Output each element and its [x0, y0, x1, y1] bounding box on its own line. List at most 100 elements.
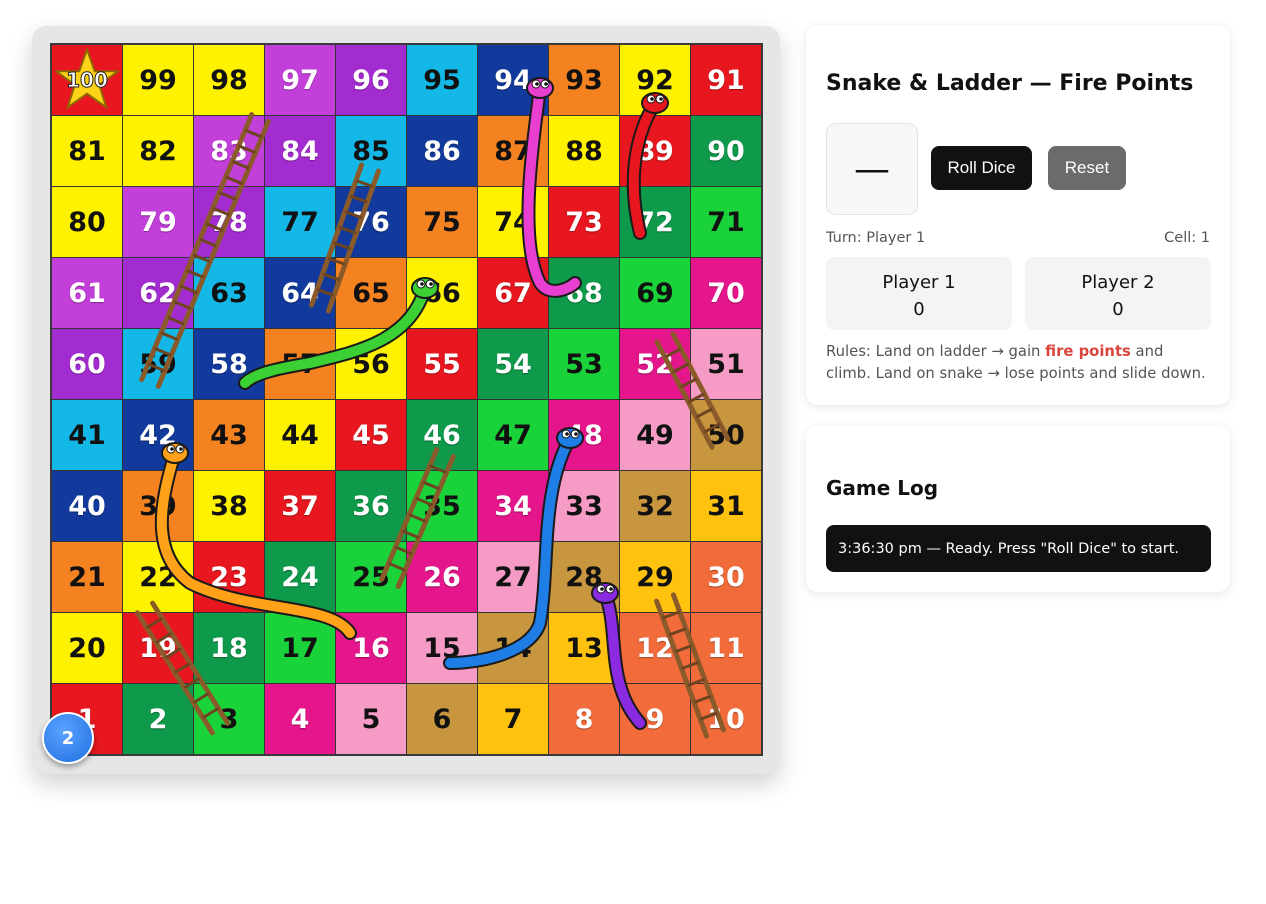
board-cell-10: 10: [691, 684, 761, 754]
board-cell-96: 96: [336, 45, 406, 115]
board-cell-76: 76: [336, 187, 406, 257]
roll-dice-button[interactable]: Roll Dice: [931, 146, 1032, 190]
board-cell-56: 56: [336, 329, 406, 399]
board-cell-50: 50: [691, 400, 761, 470]
board-cell-69: 69: [620, 258, 690, 328]
player-2-score: 0: [1112, 299, 1124, 320]
board-cell-8: 8: [549, 684, 619, 754]
board-cell-16: 16: [336, 613, 406, 683]
board-cell-18: 18: [194, 613, 264, 683]
board-cell-64: 64: [265, 258, 335, 328]
board-cell-36: 36: [336, 471, 406, 541]
board-cell-12: 12: [620, 613, 690, 683]
game-log-panel: Game Log 3:36:30 pm — Ready. Press "Roll…: [806, 426, 1230, 592]
cell-number: 100: [66, 68, 109, 93]
game-board-frame: 100 99 98 97 96 95 94 93 92 91 81 82 83 84 85 86 87 88 89 9…: [32, 26, 780, 774]
board-cell-6: 6: [407, 684, 477, 754]
reset-button[interactable]: Reset: [1048, 146, 1126, 190]
board-cell-61: 61: [52, 258, 122, 328]
board-cell-28: 28: [549, 542, 619, 612]
board-cell-31: 31: [691, 471, 761, 541]
board-cell-42: 42: [123, 400, 193, 470]
board-cell-23: 23: [194, 542, 264, 612]
board-cell-40: 40: [52, 471, 122, 541]
board-cell-46: 46: [407, 400, 477, 470]
board-cell-62: 62: [123, 258, 193, 328]
board-cell-100: 100: [52, 45, 122, 115]
cell-indicator: Cell: 1: [1164, 230, 1210, 246]
board-cell-83: 83: [194, 116, 264, 186]
board-cell-37: 37: [265, 471, 335, 541]
board-cell-11: 11: [691, 613, 761, 683]
board-cell-22: 22: [123, 542, 193, 612]
board-cell-77: 77: [265, 187, 335, 257]
board-cell-24: 24: [265, 542, 335, 612]
board-cell-71: 71: [691, 187, 761, 257]
board-cell-54: 54: [478, 329, 548, 399]
board-cell-19: 19: [123, 613, 193, 683]
board-cell-86: 86: [407, 116, 477, 186]
board-cell-43: 43: [194, 400, 264, 470]
board-cell-79: 79: [123, 187, 193, 257]
board-cell-74: 74: [478, 187, 548, 257]
fire-points-highlight: fire points: [1045, 343, 1131, 360]
board-cell-27: 27: [478, 542, 548, 612]
board-cell-17: 17: [265, 613, 335, 683]
board-cell-81: 81: [52, 116, 122, 186]
board-cell-98: 98: [194, 45, 264, 115]
board-cell-29: 29: [620, 542, 690, 612]
board-cell-33: 33: [549, 471, 619, 541]
board-cell-7: 7: [478, 684, 548, 754]
board-cell-72: 72: [620, 187, 690, 257]
board-cell-65: 65: [336, 258, 406, 328]
board-cell-95: 95: [407, 45, 477, 115]
board-cell-51: 51: [691, 329, 761, 399]
board-cell-75: 75: [407, 187, 477, 257]
player-1-score: 0: [913, 299, 925, 320]
dice-display: —: [826, 123, 918, 215]
board-cell-94: 94: [478, 45, 548, 115]
board-cell-25: 25: [336, 542, 406, 612]
board-cell-97: 97: [265, 45, 335, 115]
control-panel: Snake & Ladder — Fire Points — Roll Dice…: [806, 25, 1230, 405]
board-cell-55: 55: [407, 329, 477, 399]
board-cell-57: 57: [265, 329, 335, 399]
game-title: Snake & Ladder — Fire Points: [826, 71, 1194, 96]
board-cell-14: 14: [478, 613, 548, 683]
board-cell-78: 78: [194, 187, 264, 257]
board-cell-9: 9: [620, 684, 690, 754]
board-cell-49: 49: [620, 400, 690, 470]
board-cell-80: 80: [52, 187, 122, 257]
board-cell-44: 44: [265, 400, 335, 470]
board-cell-73: 73: [549, 187, 619, 257]
board-cell-88: 88: [549, 116, 619, 186]
board-cell-52: 52: [620, 329, 690, 399]
board-cell-20: 20: [52, 613, 122, 683]
board-cell-3: 3: [194, 684, 264, 754]
board-cell-32: 32: [620, 471, 690, 541]
board-cell-53: 53: [549, 329, 619, 399]
board-cell-13: 13: [549, 613, 619, 683]
board-cell-41: 41: [52, 400, 122, 470]
turn-indicator: Turn: Player 1: [826, 230, 926, 246]
board-cell-92: 92: [620, 45, 690, 115]
player-2-name: Player 2: [1081, 272, 1155, 293]
rules-prefix: Rules: Land on ladder → gain: [826, 343, 1046, 360]
board-cell-34: 34: [478, 471, 548, 541]
board-cell-66: 66: [407, 258, 477, 328]
board-cell-93: 93: [549, 45, 619, 115]
board-cell-84: 84: [265, 116, 335, 186]
board-cell-59: 59: [123, 329, 193, 399]
board-cell-38: 38: [194, 471, 264, 541]
board-cell-21: 21: [52, 542, 122, 612]
board-cell-67: 67: [478, 258, 548, 328]
board-cell-45: 45: [336, 400, 406, 470]
player-2-token[interactable]: 2: [42, 712, 94, 764]
board-cell-89: 89: [620, 116, 690, 186]
board-cell-30: 30: [691, 542, 761, 612]
board-cell-48: 48: [549, 400, 619, 470]
board-cell-85: 85: [336, 116, 406, 186]
board-cell-70: 70: [691, 258, 761, 328]
board-cell-5: 5: [336, 684, 406, 754]
game-log-title: Game Log: [826, 476, 939, 500]
